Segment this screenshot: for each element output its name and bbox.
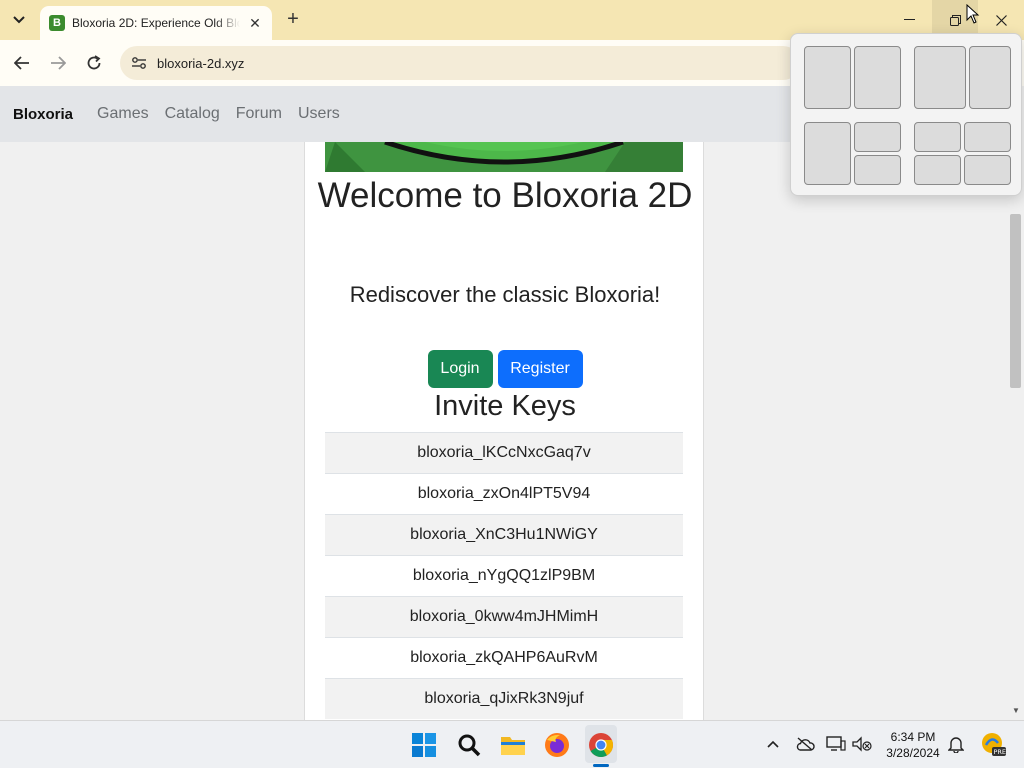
- svg-text:PRE: PRE: [994, 748, 1007, 756]
- invite-keys-table: bloxoria_lKCcNxcGaq7v bloxoria_zxOn4lPT5…: [325, 432, 683, 719]
- snap-zone-half-right[interactable]: [854, 46, 901, 109]
- cloud-offline-icon[interactable]: [794, 733, 816, 755]
- reload-icon[interactable]: [83, 52, 105, 74]
- site-brand[interactable]: Bloxoria: [13, 106, 73, 123]
- snap-zone-left-tall[interactable]: [804, 122, 851, 185]
- show-hidden-icons-chevron-icon[interactable]: [762, 733, 784, 755]
- windows-start-icon[interactable]: [410, 731, 438, 759]
- file-explorer-icon[interactable]: [499, 731, 527, 759]
- nav-link-catalog[interactable]: Catalog: [165, 105, 220, 123]
- snap-zone-quad-top-right[interactable]: [964, 122, 1011, 152]
- scrollbar-thumb[interactable]: [1010, 214, 1021, 388]
- nav-link-users[interactable]: Users: [298, 105, 340, 123]
- invite-key-row: bloxoria_XnC3Hu1NWiGY: [325, 514, 683, 555]
- snap-zone-half-left[interactable]: [804, 46, 851, 109]
- forward-arrow-icon[interactable]: [47, 52, 69, 74]
- chrome-icon[interactable]: [587, 731, 615, 759]
- tab-title: Bloxoria 2D: Experience Old Bloxoria: [72, 16, 240, 30]
- invite-key-row: bloxoria_nYgQQ1zlP9BM: [325, 555, 683, 596]
- scroll-down-arrow-icon[interactable]: ▼: [1008, 703, 1024, 719]
- invite-key-row: bloxoria_zxOn4lPT5V94: [325, 473, 683, 514]
- invite-key-row: bloxoria_zkQAHP6AuRvM: [325, 637, 683, 678]
- register-button[interactable]: Register: [497, 350, 583, 388]
- notifications-bell-icon[interactable]: [945, 733, 967, 755]
- clock-time: 6:34 PM: [890, 730, 936, 744]
- snap-zone-quad-bottom-left[interactable]: [914, 155, 961, 185]
- nav-link-games[interactable]: Games: [97, 105, 149, 123]
- invite-keys-heading: Invite Keys: [434, 390, 576, 422]
- network-volume-icon[interactable]: [851, 733, 873, 755]
- search-icon[interactable]: [455, 731, 483, 759]
- clock-date: 3/28/2024: [886, 746, 940, 760]
- nav-link-forum[interactable]: Forum: [236, 105, 282, 123]
- url-text: bloxoria-2d.xyz: [157, 55, 245, 71]
- taskbar: 6:34 PM 3/28/2024 PRE: [0, 720, 1024, 768]
- auth-buttons: Login Register: [305, 350, 705, 388]
- snap-zone-wide-left[interactable]: [914, 46, 966, 109]
- snap-layouts-flyout: [790, 33, 1022, 196]
- back-arrow-icon[interactable]: [11, 52, 33, 74]
- invite-key-row: bloxoria_qJixRk3N9juf: [325, 678, 683, 719]
- welcome-heading: Welcome to Bloxoria 2D: [317, 176, 693, 215]
- snap-zone-quad-bottom-right[interactable]: [964, 155, 1011, 185]
- copilot-pre-icon[interactable]: PRE: [980, 731, 1006, 757]
- snap-zone-right-top[interactable]: [854, 122, 901, 152]
- main-content: Welcome to Bloxoria 2D Rediscover the cl…: [304, 142, 704, 720]
- new-tab-button[interactable]: +: [282, 8, 304, 30]
- address-bar[interactable]: bloxoria-2d.xyz: [120, 46, 800, 80]
- display-icon[interactable]: [825, 733, 847, 755]
- browser-tab[interactable]: B Bloxoria 2D: Experience Old Bloxoria ✕: [40, 6, 272, 40]
- site-settings-icon[interactable]: [130, 54, 148, 72]
- site-favicon-icon: B: [49, 15, 65, 31]
- snap-zone-quad-top-left[interactable]: [914, 122, 961, 152]
- tab-close-icon[interactable]: ✕: [246, 14, 264, 32]
- tab-search-chevron-icon[interactable]: [6, 8, 32, 32]
- snap-zone-right-bottom[interactable]: [854, 155, 901, 185]
- snap-zone-narrow-right[interactable]: [969, 46, 1011, 109]
- active-app-indicator: [593, 764, 609, 767]
- tagline: Rediscover the classic Bloxoria!: [349, 282, 661, 307]
- system-clock[interactable]: 6:34 PM 3/28/2024: [876, 729, 950, 761]
- firefox-icon[interactable]: [543, 731, 571, 759]
- invite-key-row: bloxoria_0kww4mJHMimH: [325, 596, 683, 637]
- invite-key-row: bloxoria_lKCcNxcGaq7v: [325, 432, 683, 473]
- hero-image: [325, 142, 683, 172]
- login-button[interactable]: Login: [427, 350, 493, 388]
- mouse-cursor-icon: [966, 4, 980, 24]
